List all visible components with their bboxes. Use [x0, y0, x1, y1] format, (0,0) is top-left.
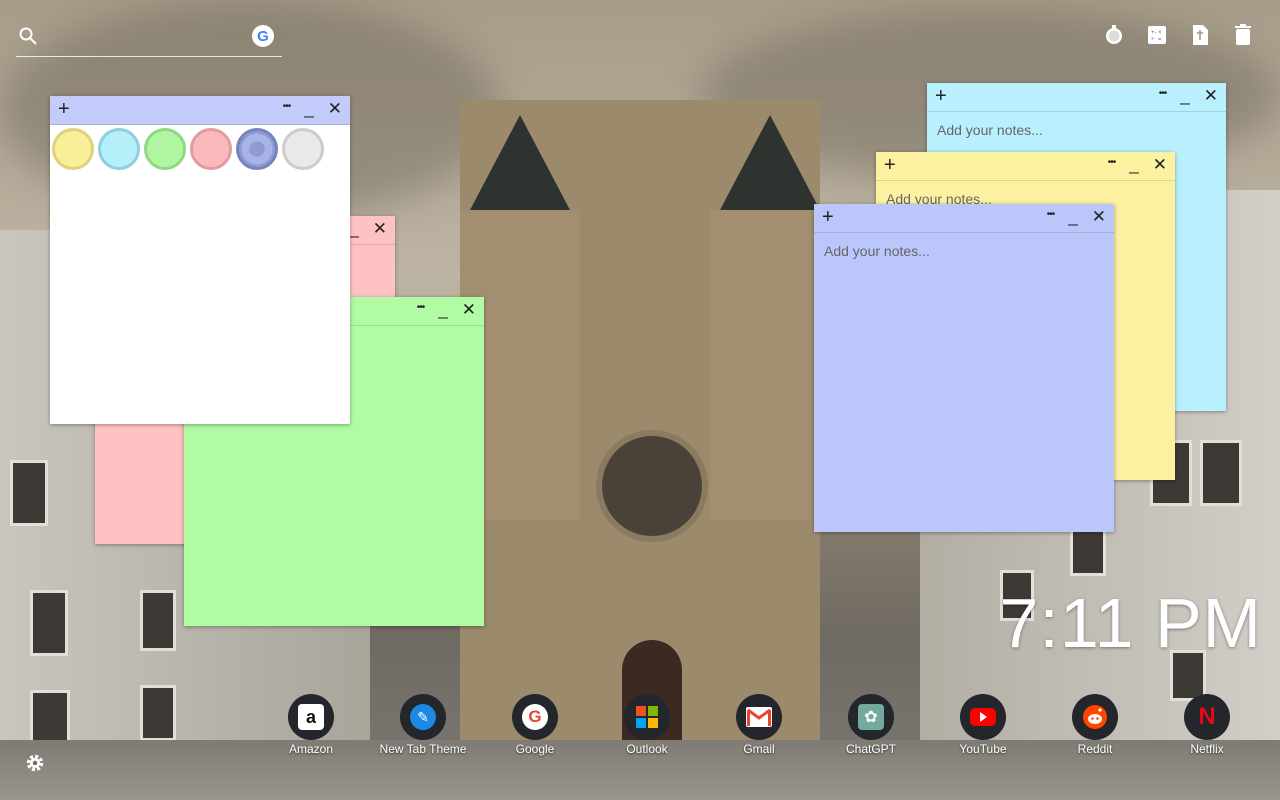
- add-note-button[interactable]: +: [935, 86, 947, 106]
- shortcut-gmail[interactable]: Gmail: [709, 694, 809, 756]
- color-swatch-gray[interactable]: [282, 128, 324, 170]
- top-toolbar: +- × ÷ =: [1103, 24, 1254, 46]
- clock: 7:11 PM: [999, 584, 1262, 662]
- shortcut-google[interactable]: G Google: [485, 694, 585, 756]
- color-swatch-yellow[interactable]: [52, 128, 94, 170]
- color-swatch-blue[interactable]: [236, 128, 278, 170]
- sticky-note-white[interactable]: + ••• _ ✕: [50, 96, 350, 424]
- add-note-button[interactable]: +: [58, 99, 70, 119]
- add-note-button[interactable]: +: [822, 207, 834, 227]
- search-icon: [18, 26, 38, 46]
- note-menu-button[interactable]: •••: [283, 100, 291, 118]
- search-input[interactable]: [50, 24, 244, 50]
- netflix-icon: N: [1184, 694, 1230, 740]
- note-textarea[interactable]: Add your notes...: [927, 112, 1226, 148]
- minimize-button[interactable]: _: [1068, 208, 1077, 226]
- minimize-button[interactable]: _: [438, 301, 447, 319]
- reddit-icon: [1072, 694, 1118, 740]
- close-button[interactable]: ✕: [373, 220, 387, 238]
- note-titlebar[interactable]: + ••• _ ✕: [927, 83, 1226, 112]
- settings-gear-icon[interactable]: [24, 752, 46, 779]
- close-button[interactable]: ✕: [1204, 87, 1218, 105]
- color-swatch-green[interactable]: [144, 128, 186, 170]
- close-button[interactable]: ✕: [462, 301, 476, 319]
- new-tab-theme-icon: ✎: [400, 694, 446, 740]
- search-bar[interactable]: G: [16, 22, 282, 57]
- note-menu-button[interactable]: •••: [417, 301, 425, 319]
- minimize-button[interactable]: _: [1180, 87, 1189, 105]
- amazon-icon: a: [288, 694, 334, 740]
- calculator-icon[interactable]: +- × ÷ =: [1146, 24, 1168, 46]
- svg-text:+-: +-: [1151, 30, 1157, 36]
- color-picker: [50, 125, 350, 170]
- gmail-icon: [736, 694, 782, 740]
- cathedral: [460, 100, 830, 790]
- color-swatch-cyan[interactable]: [98, 128, 140, 170]
- close-button[interactable]: ✕: [1092, 208, 1106, 226]
- shortcut-reddit[interactable]: Reddit: [1045, 694, 1145, 756]
- add-note-button[interactable]: +: [884, 155, 896, 175]
- shortcut-amazon[interactable]: a Amazon: [261, 694, 361, 756]
- shortcut-netflix[interactable]: N Netflix: [1157, 694, 1257, 756]
- note-titlebar[interactable]: + ••• _ ✕: [876, 152, 1175, 181]
- chatgpt-icon: ✿: [848, 694, 894, 740]
- shortcut-new-tab-theme[interactable]: ✎ New Tab Theme: [373, 694, 473, 756]
- note-menu-button[interactable]: •••: [1047, 208, 1055, 226]
- trash-icon[interactable]: [1232, 24, 1254, 46]
- minimize-button[interactable]: _: [304, 100, 313, 118]
- svg-text:=: =: [1158, 37, 1162, 43]
- bookmark-icon[interactable]: [1189, 24, 1211, 46]
- sticky-note-blue[interactable]: + ••• _ ✕ Add your notes...: [814, 204, 1114, 532]
- google-icon[interactable]: G: [252, 25, 274, 47]
- timer-icon[interactable]: [1103, 24, 1125, 46]
- note-textarea[interactable]: Add your notes...: [814, 233, 1114, 269]
- note-menu-button[interactable]: •••: [1159, 87, 1167, 105]
- minimize-button[interactable]: _: [1129, 156, 1138, 174]
- close-button[interactable]: ✕: [328, 100, 342, 118]
- youtube-icon: [960, 694, 1006, 740]
- svg-text:×: ×: [1158, 30, 1162, 36]
- note-titlebar[interactable]: + ••• _ ✕: [814, 204, 1114, 233]
- shortcut-youtube[interactable]: YouTube: [933, 694, 1033, 756]
- outlook-icon: [624, 694, 670, 740]
- color-swatch-pink[interactable]: [190, 128, 232, 170]
- close-button[interactable]: ✕: [1153, 156, 1167, 174]
- note-menu-button[interactable]: •••: [1108, 156, 1116, 174]
- shortcut-outlook[interactable]: Outlook: [597, 694, 697, 756]
- minimize-button[interactable]: _: [349, 220, 358, 238]
- shortcut-chatgpt[interactable]: ✿ ChatGPT: [821, 694, 921, 756]
- note-titlebar[interactable]: + ••• _ ✕: [50, 96, 350, 125]
- google-icon: G: [512, 694, 558, 740]
